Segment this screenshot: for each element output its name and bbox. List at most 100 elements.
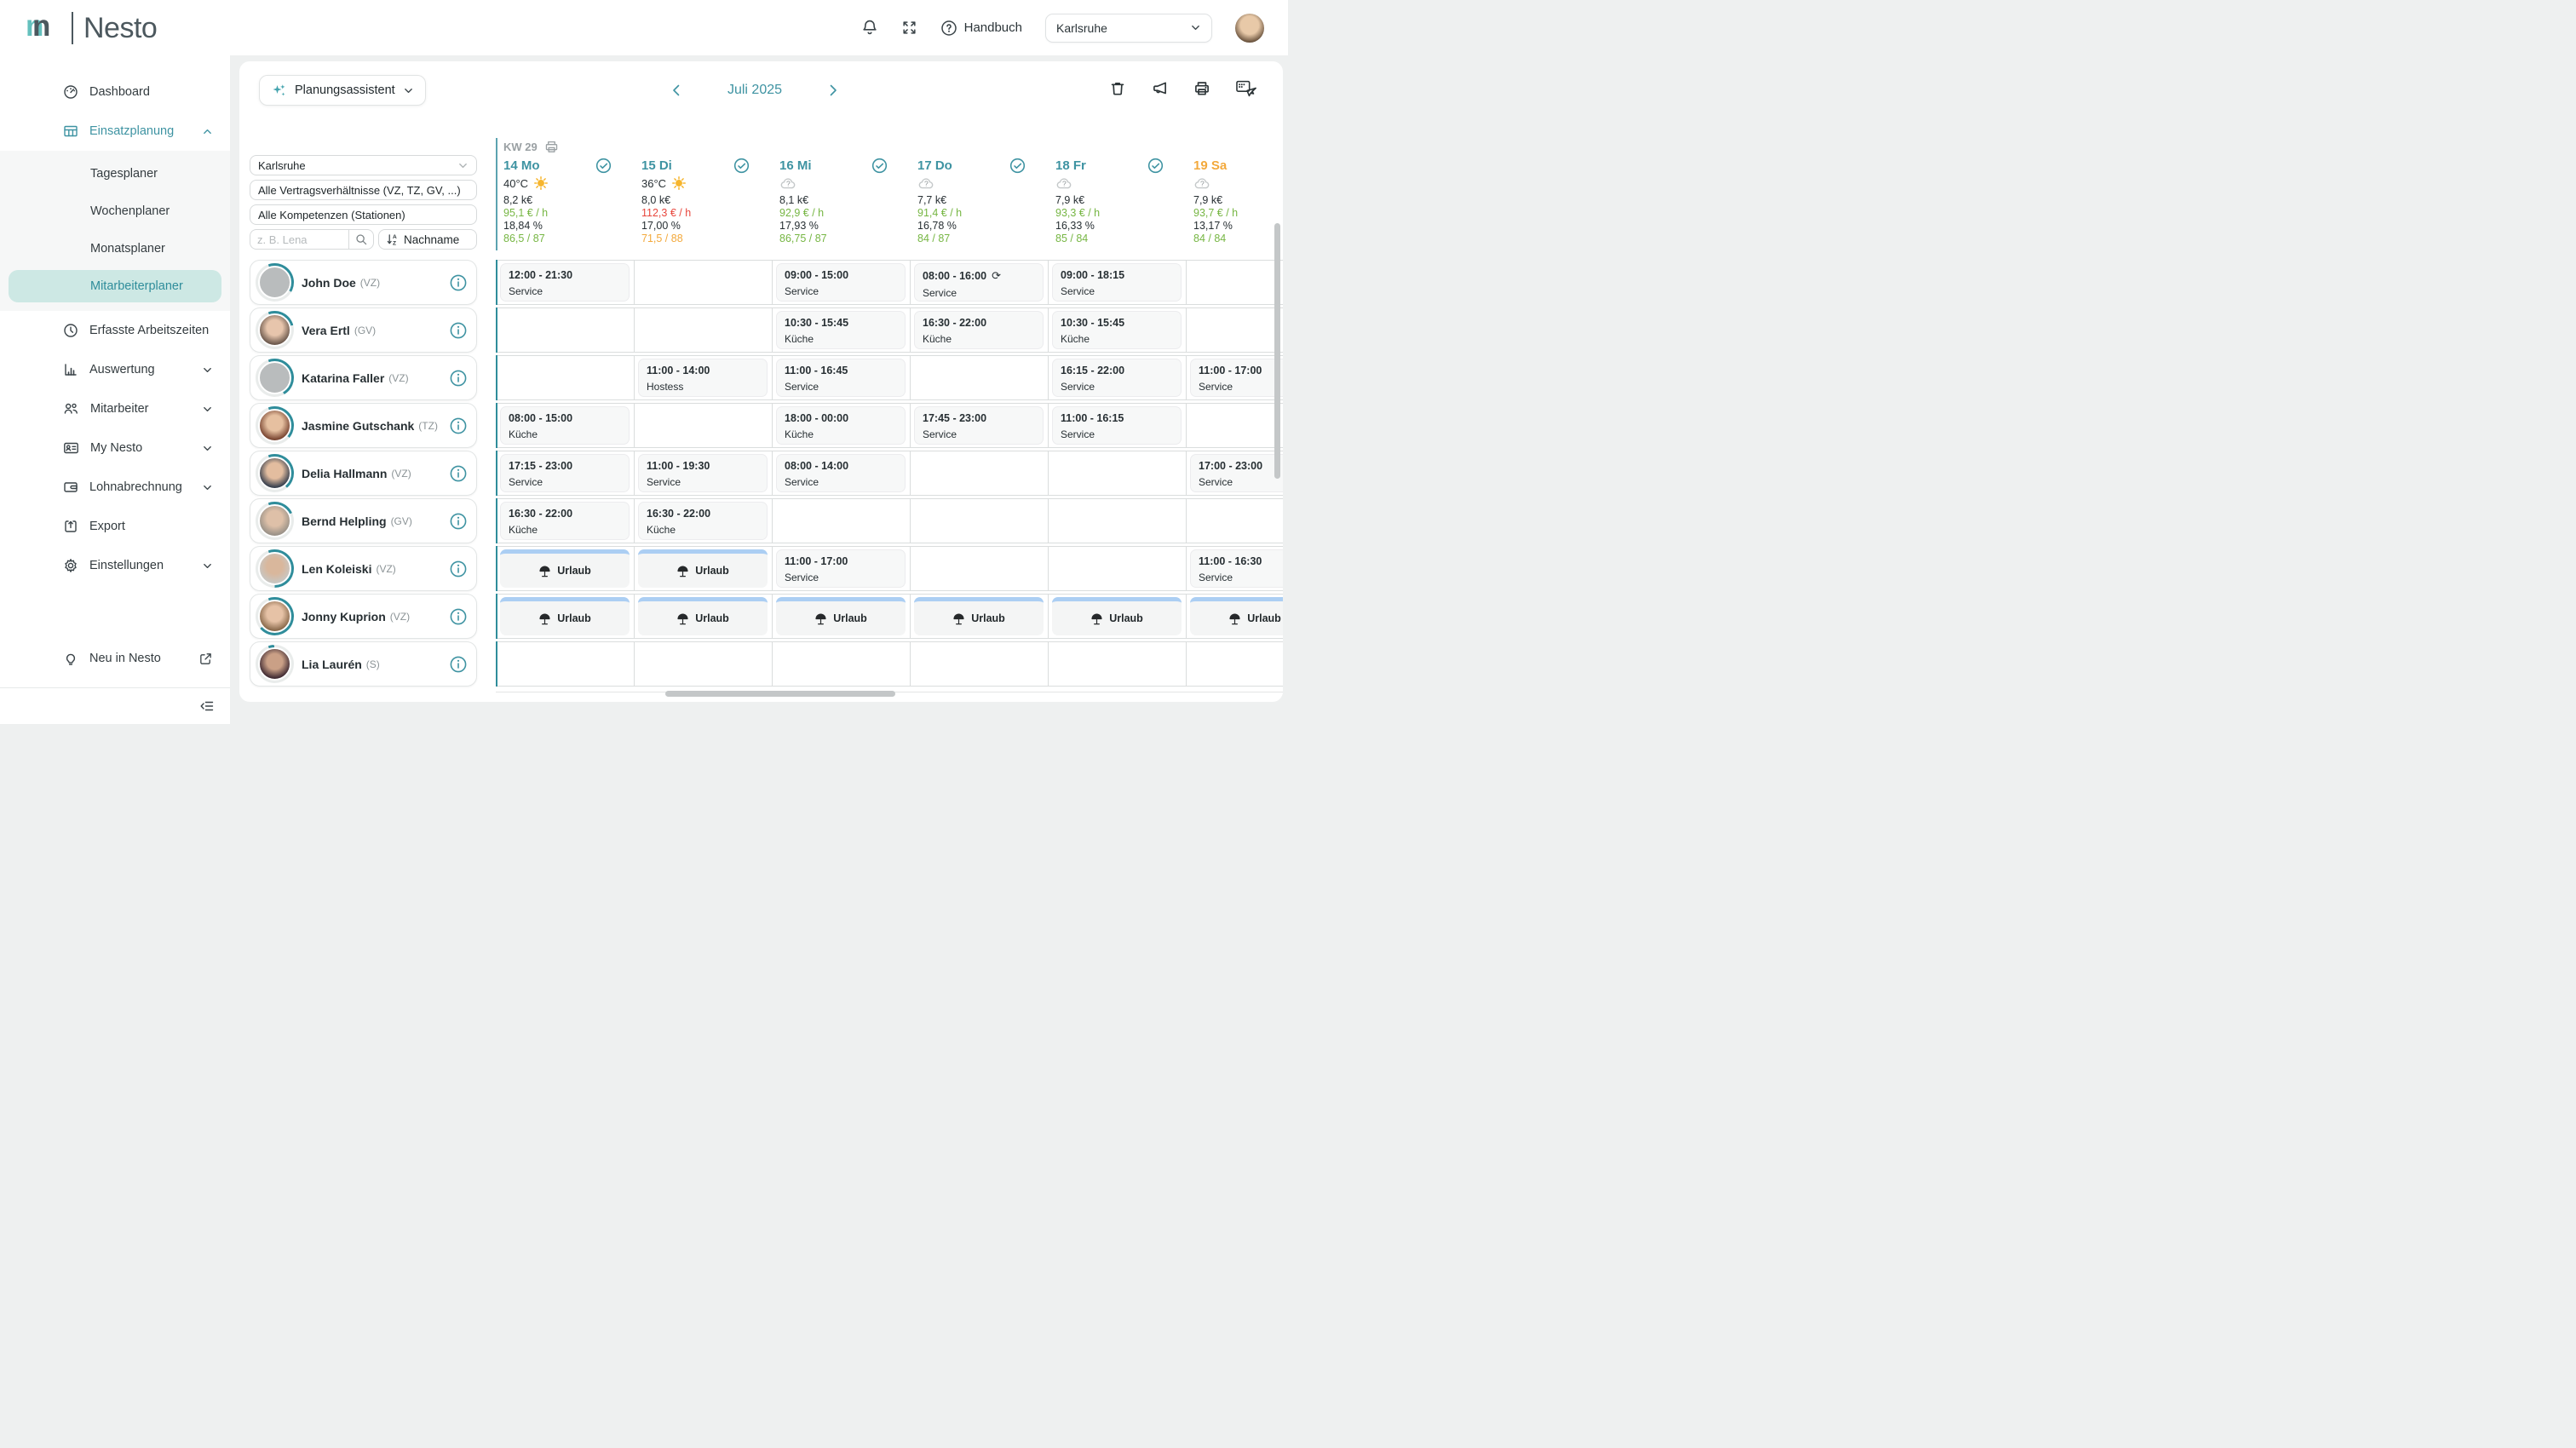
shift-chip[interactable]: 09:00 - 15:00Service [776, 263, 906, 302]
schedule-cell[interactable]: 17:45 - 23:00Service [910, 403, 1049, 448]
shift-chip[interactable]: 12:00 - 21:30Service [500, 263, 630, 302]
employee-card-lia-laurén[interactable]: Lia Laurén(S) [250, 641, 477, 687]
schedule-cell[interactable] [910, 546, 1049, 591]
schedule-cell[interactable] [1048, 641, 1187, 687]
schedule-cell[interactable] [1186, 260, 1283, 305]
employee-card-john-doe[interactable]: John Doe(VZ) [250, 260, 477, 305]
schedule-cell[interactable] [910, 641, 1049, 687]
schedule-cell[interactable]: Urlaub [634, 594, 773, 639]
schedule-cell[interactable]: 08:00 - 14:00Service [772, 451, 911, 496]
notifications-bell-icon[interactable] [861, 19, 878, 37]
schedule-cell[interactable]: 08:00 - 15:00Küche [496, 403, 635, 448]
previous-month-button[interactable] [670, 83, 683, 98]
schedule-cell[interactable]: Urlaub [634, 546, 773, 591]
employee-card-vera-ertl[interactable]: Vera Ertl(GV) [250, 307, 477, 353]
shift-chip[interactable]: 09:00 - 18:15Service [1052, 263, 1182, 302]
employee-card-bernd-helpling[interactable]: Bernd Helpling(GV) [250, 498, 477, 543]
day-check-icon[interactable] [733, 158, 750, 174]
shift-chip[interactable]: 11:00 - 16:15Service [1052, 406, 1182, 445]
shift-chip[interactable]: 17:15 - 23:00Service [500, 454, 630, 492]
schedule-cell[interactable]: 10:30 - 15:45Küche [1048, 307, 1187, 353]
sidebar-item-einsatzplanung[interactable]: Einsatzplanung [0, 112, 230, 151]
info-icon[interactable] [449, 512, 468, 531]
fullscreen-icon[interactable] [901, 20, 917, 36]
schedule-cell[interactable]: 11:00 - 17:00Service [772, 546, 911, 591]
shift-chip[interactable]: 16:30 - 22:00Küche [638, 502, 768, 540]
sidebar-subitem-tagesplaner[interactable]: Tagesplaner [0, 155, 230, 192]
location-select[interactable]: Karlsruhe [1045, 14, 1212, 43]
schedule-cell[interactable]: 16:30 - 22:00Küche [634, 498, 773, 543]
schedule-cell[interactable]: Urlaub [772, 594, 911, 639]
handbuch-link[interactable]: Handbuch [940, 20, 1022, 37]
day-check-icon[interactable] [1147, 158, 1164, 174]
schedule-cell[interactable]: 16:15 - 22:00Service [1048, 355, 1187, 400]
shift-chip[interactable]: 11:00 - 17:00Service [1190, 359, 1283, 397]
sidebar-item-auswertung[interactable]: Auswertung [0, 350, 230, 389]
day-check-icon[interactable] [871, 158, 888, 174]
employee-card-katarina-faller[interactable]: Katarina Faller(VZ) [250, 355, 477, 400]
schedule-cell[interactable] [1186, 641, 1283, 687]
absence-chip[interactable]: Urlaub [1052, 597, 1182, 635]
day-check-icon[interactable] [1009, 158, 1026, 174]
schedule-cell[interactable] [1186, 403, 1283, 448]
announce-megaphone-icon[interactable] [1151, 80, 1169, 97]
schedule-cell[interactable]: Urlaub [1186, 594, 1283, 639]
print-icon[interactable] [1193, 80, 1210, 97]
contracts-filter-select[interactable]: Alle Vertragsverhältnisse (VZ, TZ, GV, .… [250, 180, 477, 200]
publish-schedule-icon[interactable] [1235, 79, 1257, 97]
schedule-cell[interactable] [1048, 498, 1187, 543]
sidebar-item-lohnabrechnung[interactable]: Lohnabrechnung [0, 468, 230, 507]
schedule-cell[interactable]: 11:00 - 16:15Service [1048, 403, 1187, 448]
info-icon[interactable] [449, 273, 468, 292]
schedule-cell[interactable]: 17:15 - 23:00Service [496, 451, 635, 496]
schedule-cell[interactable]: 16:30 - 22:00Küche [910, 307, 1049, 353]
shift-chip[interactable]: 08:00 - 16:00⟳Service [914, 263, 1044, 302]
schedule-cell[interactable]: 18:00 - 00:00Küche [772, 403, 911, 448]
employee-card-jonny-kuprion[interactable]: Jonny Kuprion(VZ) [250, 594, 477, 639]
schedule-cell[interactable] [634, 403, 773, 448]
planning-assistant-button[interactable]: Planungsassistent [259, 75, 426, 106]
print-week-icon[interactable] [544, 140, 559, 154]
info-icon[interactable] [449, 560, 468, 578]
schedule-cell[interactable]: 11:00 - 14:00Hostess [634, 355, 773, 400]
shift-chip[interactable]: 17:45 - 23:00Service [914, 406, 1044, 445]
info-icon[interactable] [449, 417, 468, 435]
info-icon[interactable] [449, 321, 468, 340]
shift-chip[interactable]: 10:30 - 15:45Küche [776, 311, 906, 349]
absence-chip[interactable]: Urlaub [638, 597, 768, 635]
schedule-cell[interactable] [634, 307, 773, 353]
absence-chip[interactable]: Urlaub [638, 549, 768, 588]
shift-chip[interactable]: 11:00 - 16:45Service [776, 359, 906, 397]
schedule-cell[interactable] [910, 355, 1049, 400]
absence-chip[interactable]: Urlaub [500, 597, 630, 635]
schedule-cell[interactable] [634, 641, 773, 687]
schedule-cell[interactable]: 11:00 - 16:45Service [772, 355, 911, 400]
schedule-cell[interactable]: 11:00 - 19:30Service [634, 451, 773, 496]
shift-chip[interactable]: 11:00 - 16:30Service [1190, 549, 1283, 588]
schedule-cell[interactable]: 08:00 - 16:00⟳Service [910, 260, 1049, 305]
schedule-cell[interactable] [496, 641, 635, 687]
absence-chip[interactable]: Urlaub [914, 597, 1044, 635]
info-icon[interactable] [449, 655, 468, 674]
sort-button[interactable]: AZ Nachname [378, 229, 477, 250]
shift-chip[interactable]: 10:30 - 15:45Küche [1052, 311, 1182, 349]
info-icon[interactable] [449, 607, 468, 626]
sidebar-item-einstellungen[interactable]: Einstellungen [0, 546, 230, 585]
sidebar-subitem-wochenplaner[interactable]: Wochenplaner [0, 192, 230, 230]
schedule-cell[interactable] [910, 498, 1049, 543]
absence-chip[interactable]: Urlaub [500, 549, 630, 588]
schedule-cell[interactable] [1048, 546, 1187, 591]
vertical-scrollbar[interactable] [1274, 223, 1280, 479]
schedule-cell[interactable]: Urlaub [910, 594, 1049, 639]
shift-chip[interactable]: 16:15 - 22:00Service [1052, 359, 1182, 397]
schedule-cell[interactable] [634, 260, 773, 305]
sidebar-item-dashboard[interactable]: Dashboard [0, 72, 230, 112]
absence-chip[interactable]: Urlaub [1190, 597, 1283, 635]
employee-search-input[interactable] [250, 229, 348, 250]
sidebar-subitem-monatsplaner[interactable]: Monatsplaner [0, 230, 230, 267]
schedule-cell[interactable]: Urlaub [496, 594, 635, 639]
delete-trash-icon[interactable] [1109, 80, 1126, 97]
schedule-cell[interactable]: 17:00 - 23:00Service [1186, 451, 1283, 496]
employee-card-len-koleiski[interactable]: Len Koleiski(VZ) [250, 546, 477, 591]
shift-chip[interactable]: 18:00 - 00:00Küche [776, 406, 906, 445]
